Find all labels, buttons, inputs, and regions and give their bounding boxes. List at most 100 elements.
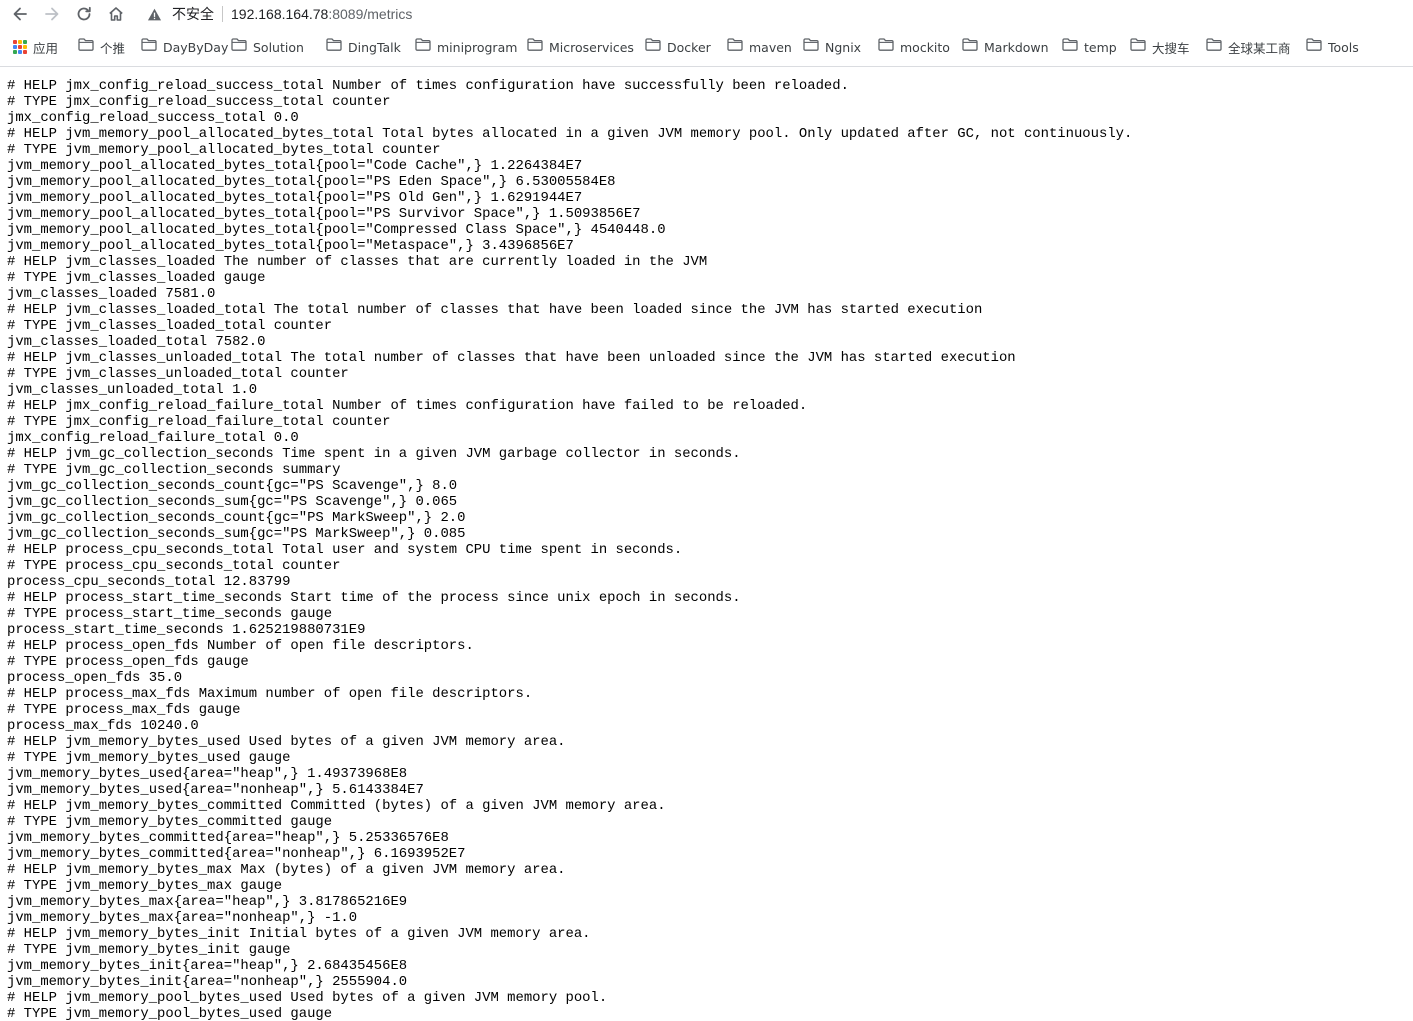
metric-comment-line: # TYPE jvm_memory_bytes_used gauge [7, 750, 291, 766]
metric-comment-line: # HELP jvm_memory_bytes_used Used bytes … [7, 734, 566, 750]
metric-comment-line: # HELP jmx_config_reload_failure_total N… [7, 398, 808, 414]
bookmark-label: 全球某工商 [1228, 40, 1291, 56]
folder-icon [415, 38, 431, 56]
warning-icon[interactable] [146, 6, 162, 22]
metric-value-line: jvm_memory_bytes_init{area="heap",} 2.68… [7, 958, 408, 974]
bookmark-label: Microservices [549, 39, 634, 55]
home-icon [109, 7, 123, 21]
metric-comment-line: # HELP process_start_time_seconds Start … [7, 590, 741, 606]
folder-icon [803, 38, 819, 56]
bookmark-label: Solution [253, 39, 304, 55]
home-button[interactable] [104, 2, 128, 26]
address-separator [222, 6, 223, 22]
metric-comment-line: # TYPE process_cpu_seconds_total counter [7, 558, 341, 574]
bookmark-item[interactable]: 个推 [74, 35, 129, 59]
metric-value-line: process_cpu_seconds_total 12.83799 [7, 574, 291, 590]
bookmark-item[interactable]: Docker [641, 35, 715, 59]
folder-icon [1206, 38, 1222, 56]
metric-value-line: jvm_gc_collection_seconds_sum{gc="PS Sca… [7, 494, 458, 510]
bookmark-item[interactable]: Markdown [958, 35, 1053, 59]
metric-value-line: jvm_memory_bytes_used{area="heap",} 1.49… [7, 766, 408, 782]
bookmark-label: miniprogram [437, 39, 518, 55]
folder-icon [878, 38, 894, 56]
metric-value-line: process_start_time_seconds 1.62521988073… [7, 622, 366, 638]
bookmark-item[interactable]: Ngnix [799, 35, 865, 59]
forward-button[interactable] [40, 2, 64, 26]
metric-value-line: jvm_memory_pool_allocated_bytes_total{po… [7, 206, 641, 222]
metric-comment-line: # TYPE jmx_config_reload_failure_total c… [7, 414, 391, 430]
bookmark-item[interactable]: 大搜车 [1126, 35, 1194, 59]
metric-value-line: jvm_memory_pool_allocated_bytes_total{po… [7, 190, 583, 206]
folder-icon [141, 38, 157, 56]
metric-value-line: process_max_fds 10240.0 [7, 718, 199, 734]
metric-value-line: jvm_gc_collection_seconds_count{gc="PS S… [7, 478, 458, 494]
url-path[interactable]: :8089/metrics [328, 6, 412, 22]
folder-icon [1130, 38, 1146, 56]
bookmark-label: DingTalk [348, 39, 401, 55]
metric-value-line: jvm_memory_bytes_committed{area="heap",}… [7, 830, 449, 846]
bookmark-item[interactable]: Tools [1302, 35, 1363, 59]
metric-value-line: jvm_memory_bytes_used{area="nonheap",} 5… [7, 782, 424, 798]
metric-comment-line: # TYPE jvm_memory_pool_bytes_used gauge [7, 1006, 333, 1021]
folder-icon [727, 38, 743, 56]
bookmark-label: 个推 [100, 40, 126, 56]
metric-value-line: jmx_config_reload_success_total 0.0 [7, 110, 299, 126]
bookmark-item[interactable]: 全球某工商 [1202, 35, 1295, 59]
metric-comment-line: # HELP jvm_memory_bytes_init Initial byt… [7, 926, 591, 942]
metric-comment-line: # TYPE jvm_memory_bytes_init gauge [7, 942, 291, 958]
bookmark-item[interactable]: Solution [227, 35, 308, 59]
url-host[interactable]: 192.168.164.78 [231, 6, 328, 22]
folder-icon [962, 38, 978, 56]
toolbar-divider [0, 66, 1413, 67]
metric-comment-line: # HELP jvm_memory_pool_bytes_used Used b… [7, 990, 608, 1006]
bookmark-item[interactable]: mockito [874, 35, 954, 59]
folder-icon [78, 38, 94, 56]
folder-icon [645, 38, 661, 56]
bookmark-label: DayByDay [163, 39, 229, 55]
bookmark-item[interactable]: DingTalk [322, 35, 405, 59]
metric-comment-line: # TYPE jvm_memory_bytes_committed gauge [7, 814, 333, 830]
bookmark-item[interactable]: 应用 [9, 35, 62, 59]
folder-icon [1062, 38, 1078, 56]
metric-comment-line: # HELP jvm_classes_loaded_total The tota… [7, 302, 983, 318]
metric-comment-line: # HELP jvm_classes_loaded The number of … [7, 254, 708, 270]
metric-comment-line: # TYPE process_open_fds gauge [7, 654, 249, 670]
apps-grid-icon [13, 40, 27, 54]
metric-value-line: jvm_gc_collection_seconds_count{gc="PS M… [7, 510, 466, 526]
reload-button[interactable] [72, 2, 96, 26]
browser-toolbar: 不安全 192.168.164.78:8089/metrics [0, 0, 1413, 30]
metric-value-line: jvm_memory_pool_allocated_bytes_total{po… [7, 174, 616, 190]
bookmark-label: 应用 [33, 40, 59, 56]
bookmark-item[interactable]: maven [723, 35, 796, 59]
not-secure-label[interactable]: 不安全 [172, 4, 214, 24]
metric-comment-line: # TYPE jvm_memory_bytes_max gauge [7, 878, 283, 894]
metric-comment-line: # HELP jvm_memory_bytes_max Max (bytes) … [7, 862, 566, 878]
metric-value-line: jvm_memory_bytes_max{area="nonheap",} -1… [7, 910, 358, 926]
metric-comment-line: # TYPE jvm_memory_pool_allocated_bytes_t… [7, 142, 441, 158]
bookmark-item[interactable]: temp [1058, 35, 1121, 59]
metric-comment-line: # TYPE jmx_config_reload_success_total c… [7, 94, 391, 110]
metric-value-line: jvm_memory_pool_allocated_bytes_total{po… [7, 222, 666, 238]
folder-icon [1306, 38, 1322, 56]
metric-comment-line: # TYPE process_start_time_seconds gauge [7, 606, 333, 622]
metric-comment-line: # HELP process_open_fds Number of open f… [7, 638, 474, 654]
address-bar[interactable]: 不安全 192.168.164.78:8089/metrics [140, 1, 1405, 27]
metric-value-line: process_open_fds 35.0 [7, 670, 183, 686]
bookmarks-bar: 应用 个推 DayByDay Solution DingTalk miniprogram M… [0, 33, 1413, 61]
metric-value-line: jvm_memory_bytes_init{area="nonheap",} 2… [7, 974, 408, 990]
bookmark-label: mockito [900, 39, 950, 55]
bookmark-item[interactable]: Microservices [523, 35, 638, 59]
metric-comment-line: # HELP jvm_memory_bytes_committed Commit… [7, 798, 666, 814]
metric-value-line: jvm_gc_collection_seconds_sum{gc="PS Mar… [7, 526, 466, 542]
bookmark-label: Tools [1328, 39, 1359, 55]
bookmark-item[interactable]: miniprogram [411, 35, 521, 59]
bookmark-label: Docker [667, 39, 711, 55]
bookmark-item[interactable]: DayByDay [137, 35, 232, 59]
folder-icon [231, 38, 247, 56]
back-button[interactable] [8, 2, 32, 26]
metric-value-line: jvm_memory_pool_allocated_bytes_total{po… [7, 238, 574, 254]
metric-comment-line: # TYPE process_max_fds gauge [7, 702, 241, 718]
metric-value-line: jvm_memory_pool_allocated_bytes_total{po… [7, 158, 583, 174]
bookmark-label: temp [1084, 39, 1117, 55]
metric-value-line: jmx_config_reload_failure_total 0.0 [7, 430, 299, 446]
